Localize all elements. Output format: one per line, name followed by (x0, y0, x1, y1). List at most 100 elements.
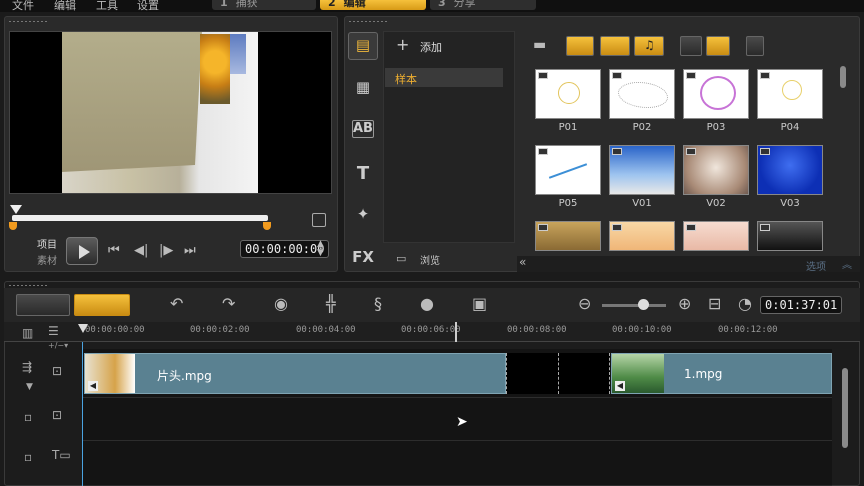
overlay-track-toggle-icon[interactable]: ▫ (24, 410, 32, 424)
mode-project-label[interactable]: 项目 (37, 236, 57, 251)
mode-clip-label[interactable]: 素材 (37, 252, 57, 267)
thumbnail-v03[interactable] (757, 145, 823, 195)
folder-list (383, 31, 515, 243)
timeline-grip[interactable] (8, 284, 48, 287)
browse-icon[interactable]: ▭ (396, 252, 406, 265)
video-track-icon: ⊡ (52, 364, 63, 378)
add-folder-label[interactable]: 添加 (420, 39, 442, 55)
title-track-toggle-icon[interactable]: ▫ (24, 450, 32, 464)
show-video-button[interactable] (566, 36, 594, 56)
options-label[interactable]: 选项 (806, 258, 826, 273)
thumbnail-peach[interactable] (609, 221, 675, 251)
next-frame-icon[interactable]: |▶ (159, 243, 173, 258)
timecode-spinner-icon[interactable]: ▲ ▼ (317, 240, 324, 258)
thumbnail-dark[interactable] (757, 221, 823, 251)
timeline-scrollbar[interactable] (842, 368, 848, 448)
show-photo-button[interactable] (600, 36, 630, 56)
graphics-icon[interactable]: ✦ (352, 205, 374, 225)
photo-badge-icon (612, 72, 622, 79)
zoom-slider[interactable] (602, 304, 666, 307)
list-view-button[interactable] (680, 36, 702, 56)
tab-share[interactable]: 3 分享 (430, 0, 536, 10)
sun-drawing (558, 82, 580, 104)
collapse-library-icon[interactable]: « (519, 255, 526, 269)
subtitle-icon[interactable]: ▣ (472, 294, 487, 313)
end-icon[interactable]: ⏭ (184, 243, 196, 258)
thumbnail-v01[interactable] (609, 145, 675, 195)
player-grip[interactable] (8, 20, 48, 23)
ripple-edit-icon[interactable]: ⇶ (22, 360, 32, 374)
add-remove-chapter-icon[interactable]: +/−▾ (48, 341, 68, 350)
audio-speaker-icon[interactable]: ◀ (88, 381, 98, 391)
photo-badge-icon (538, 72, 548, 79)
thumbnail-p04[interactable] (757, 69, 823, 119)
redo-icon[interactable]: ↷ (222, 294, 235, 313)
thumbnail-p01[interactable] (535, 69, 601, 119)
tab-capture-num: 1 (220, 0, 228, 9)
chapter-list-icon[interactable]: ☰ (48, 324, 59, 338)
library-scrollbar[interactable] (840, 66, 846, 88)
timeline-start-marker[interactable] (78, 324, 88, 333)
thumbnail-label: V01 (632, 198, 652, 209)
menu-tools[interactable]: 工具 (96, 0, 118, 13)
motion-tracking-icon[interactable]: ● (420, 294, 434, 313)
tab-edit-num: 2 (328, 0, 336, 9)
ruler-label: 00:00:10:00 (612, 325, 672, 335)
media-icon[interactable]: ▤ (352, 36, 374, 56)
transition-icon[interactable]: ▦ (352, 78, 374, 98)
video-badge-icon (760, 148, 770, 155)
menu-file[interactable]: 文件 (12, 0, 34, 13)
play-button[interactable] (66, 237, 98, 265)
video-clip-intro[interactable]: ◀ 片头.mpg (84, 353, 506, 394)
tab-capture[interactable]: 1 捕获 (212, 0, 316, 10)
fit-project-icon[interactable]: ⊟ (708, 294, 721, 313)
timeline-view-button[interactable] (74, 294, 130, 316)
ripple-dropdown-icon[interactable]: ▼ (26, 382, 33, 392)
ruler-label: 00:00:12:00 (718, 325, 778, 335)
add-icon[interactable]: + (396, 35, 409, 54)
video-clip-1[interactable]: ◀ 1.mpg (611, 353, 832, 394)
browse-label[interactable]: 浏览 (420, 252, 440, 267)
photo-badge-icon (538, 148, 548, 155)
text-t-icon[interactable]: T (352, 163, 374, 184)
folder-open-icon[interactable]: ▬ (533, 37, 546, 53)
previous-frame-icon[interactable]: ◀| (134, 243, 148, 258)
scrub-bar[interactable] (12, 215, 268, 221)
sort-button[interactable] (746, 36, 764, 56)
audio-speaker-icon[interactable]: ◀ (615, 381, 625, 391)
thumbnail-view-button[interactable] (706, 36, 730, 56)
storyboard-view-button[interactable] (16, 294, 70, 316)
thumbnail-p02[interactable] (609, 69, 675, 119)
home-icon[interactable]: ⏮ (108, 243, 120, 258)
preview-card-shape (62, 32, 202, 172)
trim-end-marker[interactable] (263, 222, 271, 230)
library-grip[interactable] (348, 20, 388, 23)
menu-edit[interactable]: 编辑 (54, 0, 76, 13)
tab-edit[interactable]: 2 编辑 (320, 0, 426, 10)
thumbnail-p05[interactable] (535, 145, 601, 195)
undo-icon[interactable]: ↶ (170, 294, 183, 313)
zoom-in-icon[interactable]: ⊕ (678, 294, 691, 313)
thumbnail-pink[interactable] (683, 221, 749, 251)
options-expand-icon[interactable]: ︽ (842, 256, 852, 271)
trim-start-marker[interactable] (9, 222, 17, 230)
auto-music-icon[interactable]: § (374, 294, 382, 313)
track-manager-icon[interactable]: ▥ (22, 326, 33, 340)
zoom-out-icon[interactable]: ⊖ (578, 294, 591, 313)
photo-badge-icon (760, 72, 770, 79)
zoom-slider-knob[interactable] (638, 299, 649, 310)
title-ab-icon[interactable]: AB (352, 120, 374, 138)
scrubber-handle[interactable] (10, 205, 22, 214)
thumbnail-v02[interactable] (683, 145, 749, 195)
audio-mixer-icon[interactable]: ╬ (326, 294, 336, 313)
enlarge-preview-icon[interactable] (312, 213, 326, 227)
fx-icon[interactable]: FX (352, 248, 374, 268)
record-capture-icon[interactable]: ◉ (274, 294, 288, 313)
menu-settings[interactable]: 设置 (137, 0, 159, 13)
title-track[interactable] (82, 441, 832, 486)
thumbnail-label: V03 (780, 198, 800, 209)
thumbnail-brown[interactable] (535, 221, 601, 251)
tab-share-label: 分享 (453, 0, 476, 9)
thumbnail-p03[interactable] (683, 69, 749, 119)
playhead-marker[interactable] (455, 322, 457, 342)
